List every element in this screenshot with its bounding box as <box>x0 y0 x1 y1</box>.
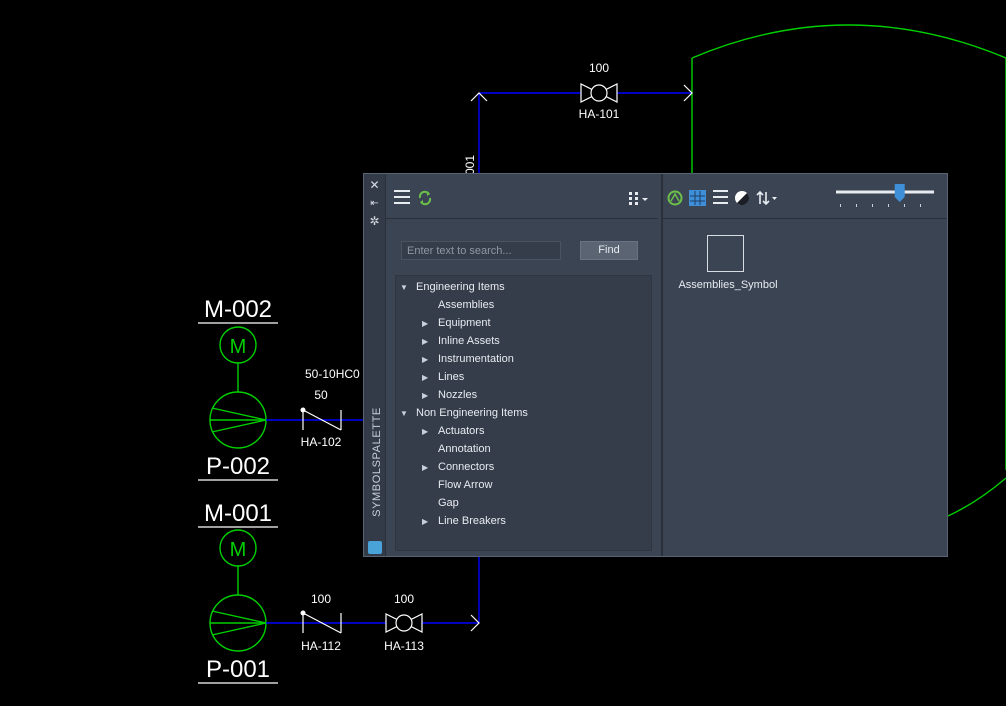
tree-item-label: Annotation <box>438 443 491 455</box>
tree-item-label: Nozzles <box>438 389 478 401</box>
tree-item[interactable]: ▶ Lines <box>422 368 464 386</box>
close-icon[interactable]: ✕ <box>368 179 381 192</box>
tree-item[interactable]: Gap <box>422 494 459 512</box>
svg-text:M: M <box>230 336 247 358</box>
tree-item-label: Flow Arrow <box>438 479 493 491</box>
motor-m-001-tag: M-001 <box>204 500 272 527</box>
collapsed-arrow-icon[interactable]: ▶ <box>422 351 438 369</box>
tree-item-label: Connectors <box>438 461 495 473</box>
menu-icon[interactable] <box>393 189 411 205</box>
check-valve-ha-112-size: 100 <box>311 592 331 606</box>
tree-item[interactable]: Assemblies <box>422 296 494 314</box>
tree-item[interactable]: ▼ Non Engineering Items <box>400 404 528 422</box>
search-input[interactable] <box>401 241 561 260</box>
expanded-arrow-icon[interactable]: ▼ <box>400 279 416 297</box>
palette-logo-icon <box>368 541 382 554</box>
collapsed-arrow-icon[interactable]: ▶ <box>422 513 438 531</box>
collapsed-arrow-icon[interactable]: ▶ <box>422 333 438 351</box>
view-options-icon[interactable] <box>628 191 652 205</box>
palette-title: SYMBOLSPALETTE <box>371 407 383 517</box>
valve-ha-113[interactable] <box>385 613 423 633</box>
tree-item[interactable]: ▶ Equipment <box>422 314 491 332</box>
tree-item[interactable]: Flow Arrow <box>422 476 492 494</box>
svg-text:M: M <box>230 539 247 561</box>
collapsed-arrow-icon[interactable]: ▶ <box>422 315 438 333</box>
tree-item[interactable]: ▶ Inline Assets <box>422 332 500 350</box>
tree-item[interactable]: ▶ Actuators <box>422 422 484 440</box>
palette-right-pane: Assemblies_Symbol <box>661 174 947 556</box>
tree-item[interactable]: ▼ Engineering Items <box>400 278 505 296</box>
check-valve-ha-112[interactable] <box>300 610 342 634</box>
expanded-arrow-icon[interactable]: ▼ <box>400 405 416 423</box>
contrast-icon[interactable] <box>734 190 750 206</box>
slider-thumb[interactable] <box>894 184 905 202</box>
tree-item[interactable]: Annotation <box>422 440 491 458</box>
collapsed-arrow-icon[interactable]: ▶ <box>422 423 438 441</box>
pump-p-002-tag: P-002 <box>206 453 270 480</box>
tree-item-label: Instrumentation <box>438 353 514 365</box>
collapsed-arrow-icon[interactable]: ▶ <box>422 459 438 477</box>
category-tree[interactable]: ▼ Engineering Items Assemblies ▶ Equipment ▶ I… <box>395 275 652 551</box>
tree-item-label: Equipment <box>438 317 491 329</box>
tree-item-label: Assemblies <box>438 299 495 311</box>
pump-p-001[interactable] <box>209 594 267 652</box>
tree-item-label: Engineering Items <box>416 281 505 293</box>
collapsed-arrow-icon[interactable]: ▶ <box>422 387 438 405</box>
valve-ha-113-tag: HA-113 <box>384 639 424 653</box>
pump-p-001-tag: P-001 <box>206 656 270 683</box>
tree-item[interactable]: ▶ Connectors <box>422 458 494 476</box>
symbol-palette: ✕ ⇤ ✲ SYMBOLSPALETTE Enter text to searc… <box>363 173 948 557</box>
sort-icon[interactable] <box>756 190 780 206</box>
check-valve-ha-102-tag: HA-102 <box>301 435 342 449</box>
collapsed-arrow-icon[interactable]: ▶ <box>422 369 438 387</box>
check-valve-ha-102-size: 50 <box>314 388 328 402</box>
autocad-symbols-icon[interactable] <box>667 190 683 206</box>
properties-icon[interactable]: ✲ <box>368 215 381 228</box>
tree-item-label: Gap <box>438 497 459 509</box>
motor-m-001[interactable]: M <box>219 529 257 567</box>
check-valve-ha-102[interactable] <box>300 407 342 431</box>
refresh-icon[interactable] <box>417 190 433 206</box>
tree-item[interactable]: ▶ Instrumentation <box>422 350 514 368</box>
tree-item[interactable]: ▶ Line Breakers <box>422 512 506 530</box>
pump-p-002[interactable] <box>209 391 267 449</box>
motor-m-002[interactable]: M <box>219 326 257 364</box>
tree-item-label: Inline Assets <box>438 335 500 347</box>
tree-item-label: Non Engineering Items <box>416 407 528 419</box>
line-tag: 50-10HC0 <box>305 367 360 381</box>
valve-ha-101-size: 100 <box>589 61 609 75</box>
check-valve-ha-112-tag: HA-112 <box>301 639 341 653</box>
palette-title-strip[interactable]: ✕ ⇤ ✲ SYMBOLSPALETTE <box>364 174 386 556</box>
motor-m-002-tag: M-002 <box>204 296 272 323</box>
find-button[interactable]: Find <box>580 241 638 260</box>
pipe-vertical-tag: 001 <box>463 155 477 175</box>
tree-item-label: Actuators <box>438 425 485 437</box>
valve-ha-101[interactable] <box>580 83 618 103</box>
tree-item-label: Lines <box>438 371 465 383</box>
list-view-icon[interactable] <box>712 189 729 205</box>
auto-hide-icon[interactable]: ⇤ <box>368 197 381 210</box>
tree-item-label: Line Breakers <box>438 515 506 527</box>
grid-view-icon[interactable] <box>689 190 706 206</box>
assemblies-symbol-label: Assemblies_Symbol <box>678 279 778 291</box>
tree-item[interactable]: ▶ Nozzles <box>422 386 477 404</box>
palette-left-pane: Find ▼Engineering ItemsAssemblies▶Equipm… <box>386 174 658 556</box>
left-toolbar <box>386 174 658 219</box>
valve-ha-101-tag: HA-101 <box>579 107 620 121</box>
assemblies-symbol-thumbnail[interactable] <box>707 235 744 272</box>
right-toolbar <box>663 174 947 219</box>
valve-ha-113-size: 100 <box>394 592 414 606</box>
size-slider[interactable] <box>835 182 935 210</box>
